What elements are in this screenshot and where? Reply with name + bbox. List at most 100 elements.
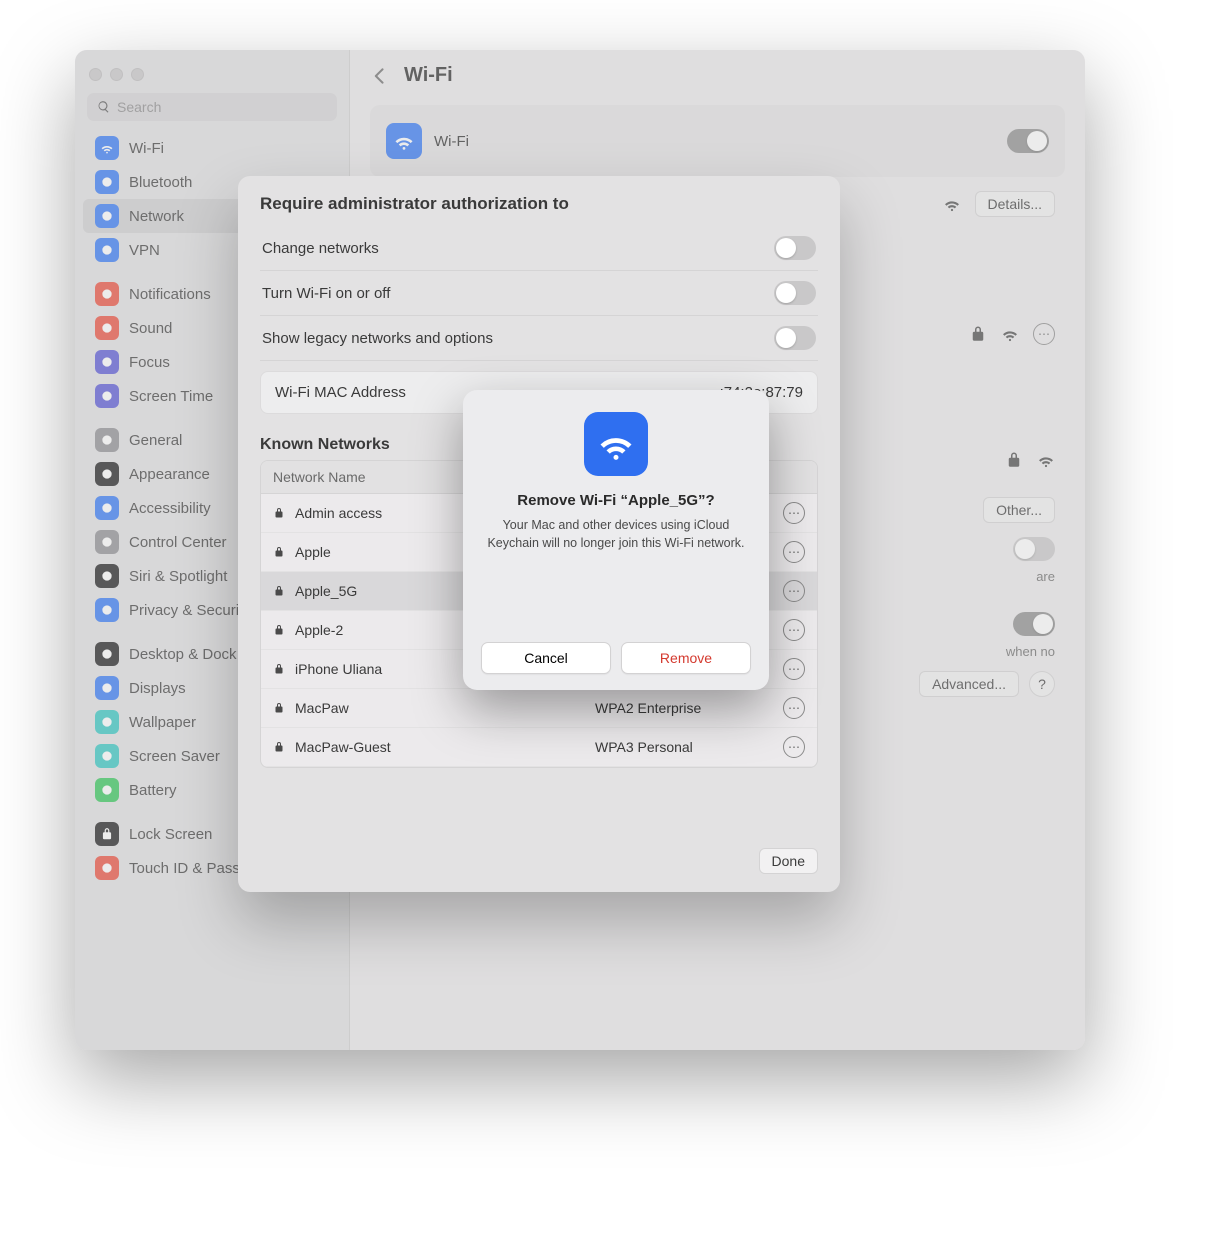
siri-icon <box>95 564 119 588</box>
sidebar-item-label: Wallpaper <box>129 714 196 731</box>
sidebar-item-label: Control Center <box>129 534 227 551</box>
sidebar-item-label: Displays <box>129 680 186 697</box>
wifi-master-toggle[interactable] <box>1007 129 1049 153</box>
network-name: iPhone Uliana <box>295 661 382 677</box>
admin-auth-label: Turn Wi-Fi on or off <box>262 285 390 302</box>
search-placeholder: Search <box>117 99 161 115</box>
network-name: Apple_5G <box>295 583 357 599</box>
more-menu-button[interactable]: ⋯ <box>1033 323 1055 345</box>
network-more-button[interactable]: ⋯ <box>783 736 805 758</box>
lock-icon <box>273 546 285 558</box>
network-more-button[interactable]: ⋯ <box>783 658 805 680</box>
remove-wifi-dialog: Remove Wi-Fi “Apple_5G”? Your Mac and ot… <box>463 390 769 690</box>
sidebar-item-label: Notifications <box>129 286 211 303</box>
lock-icon <box>273 663 285 675</box>
network-more-button[interactable]: ⋯ <box>783 580 805 602</box>
appearance-icon <box>95 462 119 486</box>
accessibility-icon <box>95 496 119 520</box>
sidebar-item-label: Network <box>129 208 184 225</box>
wifi-master-panel: Wi-Fi <box>370 105 1065 177</box>
sidebar-item-wi-fi[interactable]: Wi-Fi <box>83 131 341 165</box>
dialog-title: Remove Wi-Fi “Apple_5G”? <box>517 492 714 509</box>
display-icon <box>95 676 119 700</box>
close-traffic-icon[interactable] <box>89 68 102 81</box>
network-more-button[interactable]: ⋯ <box>783 502 805 524</box>
minimize-traffic-icon[interactable] <box>110 68 123 81</box>
ask-hotspot-toggle[interactable] <box>1013 612 1055 636</box>
zoom-traffic-icon[interactable] <box>131 68 144 81</box>
admin-auth-toggle[interactable] <box>774 326 816 350</box>
sound-icon <box>95 316 119 340</box>
fingerprint-icon <box>95 856 119 880</box>
battery-icon <box>95 778 119 802</box>
admin-auth-toggle[interactable] <box>774 281 816 305</box>
dock-icon <box>95 642 119 666</box>
sidebar-item-label: Screen Saver <box>129 748 220 765</box>
globe-icon <box>95 238 119 262</box>
sidebar-item-label: General <box>129 432 182 449</box>
table-row[interactable]: MacPaw WPA2 Enterprise ⋯ <box>261 689 817 728</box>
help-button[interactable]: ? <box>1029 671 1055 697</box>
network-name: Apple <box>295 544 331 560</box>
sidebar-item-label: Focus <box>129 354 170 371</box>
sidebar-item-label: Appearance <box>129 466 210 483</box>
network-name: MacPaw <box>295 700 349 716</box>
network-security: WPA2 Enterprise <box>595 700 765 716</box>
sidebar-item-label: Wi-Fi <box>129 140 164 157</box>
sidebar-item-label: Screen Time <box>129 388 213 405</box>
admin-auth-label: Change networks <box>262 240 379 257</box>
back-button[interactable] <box>370 66 390 86</box>
advanced-button[interactable]: Advanced... <box>919 671 1019 697</box>
screensaver-icon <box>95 744 119 768</box>
admin-auth-toggle[interactable] <box>774 236 816 260</box>
wifi-signal-icon <box>1001 325 1019 343</box>
lock-icon <box>969 325 987 343</box>
hand-icon <box>95 598 119 622</box>
sidebar-item-label: Lock Screen <box>129 826 212 843</box>
bluetooth-icon <box>95 170 119 194</box>
sidebar-item-label: Bluetooth <box>129 174 192 191</box>
wifi-service-label: Wi-Fi <box>434 133 469 150</box>
traffic-lights <box>75 58 349 87</box>
network-name: Admin access <box>295 505 382 521</box>
sidebar-item-label: Privacy & Security <box>129 602 251 619</box>
mac-address-label: Wi-Fi MAC Address <box>275 384 406 401</box>
lock-icon <box>1005 451 1023 469</box>
admin-auth-row-change-networks: Change networks <box>260 226 818 271</box>
done-button[interactable]: Done <box>759 848 818 874</box>
cancel-button[interactable]: Cancel <box>481 642 611 674</box>
lock-icon <box>273 702 285 714</box>
lock-icon <box>273 624 285 636</box>
sidebar-item-label: Sound <box>129 320 172 337</box>
globe-icon <box>95 204 119 228</box>
table-row[interactable]: MacPaw-Guest WPA3 Personal ⋯ <box>261 728 817 767</box>
network-security: WPA3 Personal <box>595 739 765 755</box>
network-name: MacPaw-Guest <box>295 739 391 755</box>
ask-to-join-toggle[interactable] <box>1013 537 1055 561</box>
lock-icon <box>95 822 119 846</box>
page-title: Wi-Fi <box>404 64 453 87</box>
network-more-button[interactable]: ⋯ <box>783 697 805 719</box>
admin-auth-label: Show legacy networks and options <box>262 330 493 347</box>
remove-button[interactable]: Remove <box>621 642 751 674</box>
network-more-button[interactable]: ⋯ <box>783 619 805 641</box>
hourglass-icon <box>95 384 119 408</box>
details-button[interactable]: Details... <box>975 191 1055 217</box>
wifi-signal-icon <box>943 195 961 213</box>
other-networks-button[interactable]: Other... <box>983 497 1055 523</box>
network-more-button[interactable]: ⋯ <box>783 541 805 563</box>
wallpaper-icon <box>95 710 119 734</box>
lock-icon <box>273 585 285 597</box>
sidebar-item-label: Siri & Spotlight <box>129 568 227 585</box>
wifi-icon <box>95 136 119 160</box>
sidebar-item-label: Accessibility <box>129 500 211 517</box>
admin-auth-title: Require administrator authorization to <box>260 194 818 214</box>
main-header: Wi-Fi <box>350 50 1085 99</box>
network-name: Apple-2 <box>295 622 343 638</box>
admin-auth-row-turn-wifi: Turn Wi-Fi on or off <box>260 271 818 316</box>
search-input[interactable]: Search <box>87 93 337 121</box>
moon-icon <box>95 350 119 374</box>
gear-icon <box>95 428 119 452</box>
admin-auth-row-legacy: Show legacy networks and options <box>260 316 818 361</box>
bell-icon <box>95 282 119 306</box>
